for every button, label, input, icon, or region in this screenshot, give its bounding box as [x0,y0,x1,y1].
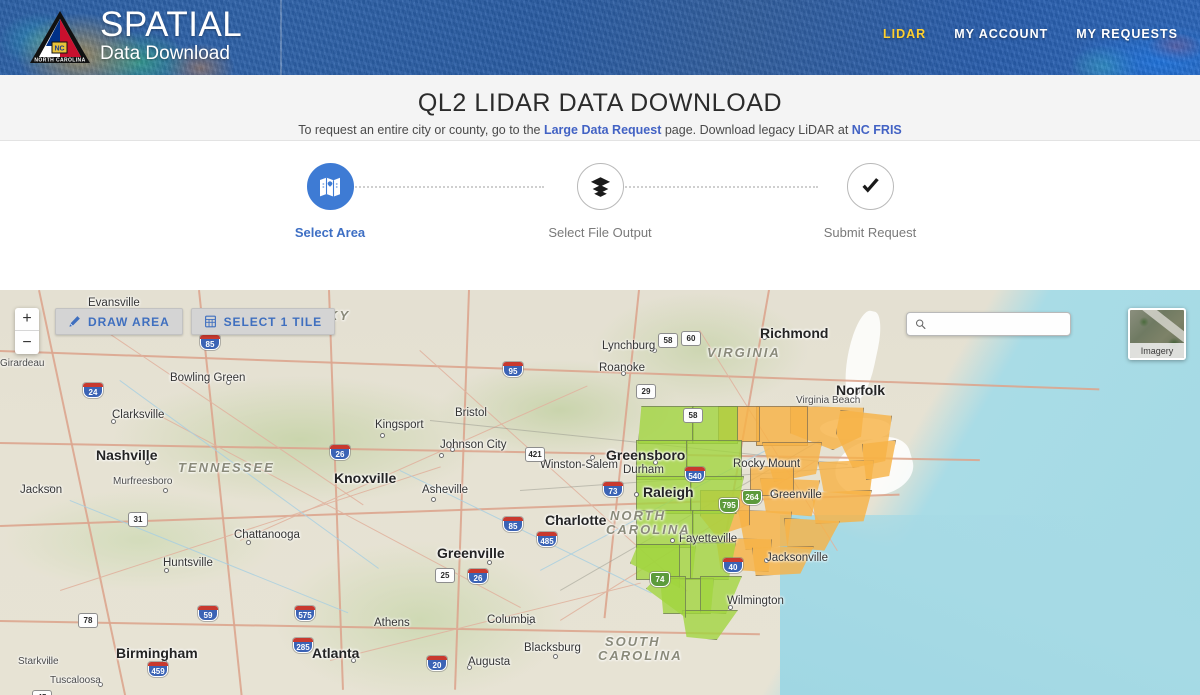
map-highway-shield: 85 [503,517,523,532]
map-highway-shield: 20 [427,656,447,671]
zoom-out-button[interactable]: − [15,331,39,354]
page-title: QL2 LIDAR DATA DOWNLOAD [417,89,783,117]
nav-link-my-account[interactable]: MY ACCOUNT [954,27,1048,41]
map-highway-shield: 95 [503,362,523,377]
map-highway-shield: 25 [435,568,455,583]
tile-polygon-unavailable [752,546,814,576]
step-select-area-circle [306,163,354,210]
map-highway-shield: 264 [742,490,762,505]
basemap-imagery-toggle[interactable]: Imagery [1128,308,1186,360]
map-highway-shield: 26 [330,445,350,460]
select-tile-label: SELECT 1 TILE [223,314,323,329]
draw-area-button[interactable]: DRAW AREA [55,308,183,335]
draw-area-label: DRAW AREA [88,314,170,329]
map-highway-shield: 58 [658,333,678,348]
step-submit-request-label: Submit Request [823,225,917,240]
brand-line-1: SPATIAL [100,5,243,44]
map-highway-shield: 421 [525,447,545,462]
page-title-block: QL2 LIDAR DATA DOWNLOAD To request an en… [0,75,1200,141]
map-highway-shield: 85 [200,335,220,350]
pencil-icon [69,316,80,327]
map-highway-shield: 59 [198,606,218,621]
layers-icon [590,177,610,197]
step-submit-request-circle [846,163,894,210]
map-highway-shield: 540 [685,467,705,482]
map-search-input[interactable] [926,314,1062,334]
tile-polygon-unavailable [756,406,808,446]
step-select-file-output[interactable]: Select File Output [520,163,680,240]
basemap-toggle-label: Imagery [1130,343,1184,358]
nc-fris-link[interactable]: NC FRIS [852,123,902,137]
map-highway-shield: 60 [681,331,701,346]
page-subtitle: To request an entire city or county, go … [0,122,1200,138]
check-icon [861,178,879,193]
tile-polygon-available [636,510,694,548]
tile-polygon-available [636,440,688,480]
brand-line-2: Data Download [100,43,230,64]
svg-text:NC: NC [54,46,64,53]
map-viewport[interactable]: Evansville Girardeau Bowling Green Clarksvi… [0,290,1200,695]
workflow-stepper-band: Select Area Select File Output Submit Re… [0,141,1200,425]
nc-spatial-logo[interactable]: NC NORTH CAROLINA [28,9,92,65]
map-tool-buttons: DRAW AREA SELECT 1 TILE [55,308,336,335]
step-submit-request[interactable]: Submit Request [790,163,950,240]
map-highway-shield: 459 [148,662,168,677]
map-highway-shield: 58 [683,408,703,423]
main-navigation: LIDAR MY ACCOUNT MY REQUESTS [883,27,1178,41]
nav-link-lidar[interactable]: LIDAR [883,27,926,41]
map-search-box[interactable] [906,312,1071,336]
map-highway-shield: 485 [537,532,557,547]
tile-polygon-unavailable [862,440,896,480]
map-icon [320,177,340,197]
step-select-file-output-label: Select File Output [548,225,652,240]
map-highway-shield: 78 [78,613,98,628]
map-highway-shield: 40 [723,558,743,573]
subtitle-text-2: page. Download legacy LiDAR at [661,123,852,137]
nav-link-my-requests[interactable]: MY REQUESTS [1076,27,1178,41]
tile-polygon-available [682,610,738,640]
search-icon [915,319,926,329]
nc-triangle-logo-icon: NC NORTH CAROLINA [30,11,90,64]
step-select-file-output-circle [576,163,624,210]
map-highway-shield: 73 [603,482,623,497]
map-highway-shield: 29 [636,384,656,399]
lidar-coverage-layer[interactable] [0,290,1200,695]
tile-grid-icon [204,315,216,328]
tile-polygon-available [636,476,692,514]
subtitle-text-1: To request an entire city or county, go … [298,123,544,137]
map-highway-shield: 45 [32,690,52,695]
tile-polygon-unavailable [812,490,872,524]
zoom-in-button[interactable]: + [15,308,39,331]
map-highway-shield: 31 [128,512,148,527]
select-tile-button[interactable]: SELECT 1 TILE [190,308,336,335]
brand-wordmark: SPATIAL Data Download [100,7,242,65]
step-select-area[interactable]: Select Area [250,163,410,240]
map-highway-shield: 575 [295,606,315,621]
svg-text:NORTH CAROLINA: NORTH CAROLINA [34,58,85,64]
tile-polygon-available [700,576,742,614]
large-data-request-link[interactable]: Large Data Request [544,123,661,137]
map-highway-shield: 24 [83,383,103,398]
map-highway-shield: 285 [293,638,313,653]
map-zoom-controls[interactable]: + − [15,308,39,354]
site-header: NC NORTH CAROLINA SPATIAL Data Download … [0,0,1200,75]
map-highway-shield: 26 [468,569,488,584]
step-select-area-label: Select Area [294,225,366,240]
workflow-stepper: Select Area Select File Output Submit Re… [250,141,950,240]
map-highway-shield: 74 [650,572,670,587]
map-highway-shield: 795 [719,498,739,513]
